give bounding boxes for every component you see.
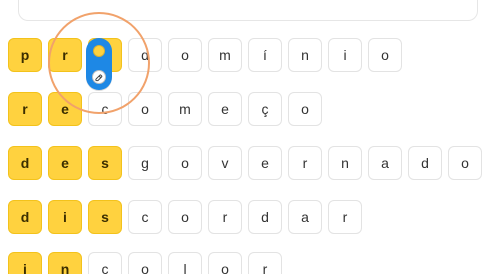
letter-tile[interactable]: s: [88, 146, 122, 180]
letter-tile[interactable]: d: [248, 200, 282, 234]
word-row-3: d e s g o v e r n a d o: [8, 146, 482, 180]
letter-tile[interactable]: i: [8, 252, 42, 274]
letter-tile[interactable]: r: [328, 200, 362, 234]
letter-tile[interactable]: o: [208, 252, 242, 274]
letter-tile[interactable]: n: [48, 252, 82, 274]
letter-tile[interactable]: d: [8, 200, 42, 234]
letter-tile[interactable]: c: [88, 252, 122, 274]
letter-tile[interactable]: d: [128, 38, 162, 72]
letter-tile[interactable]: r: [48, 38, 82, 72]
letter-tile[interactable]: o: [448, 146, 482, 180]
letter-tile[interactable]: r: [248, 252, 282, 274]
word-row-2: r e c o m e ç o: [8, 92, 322, 126]
letter-tile[interactable]: e: [48, 92, 82, 126]
letter-tile[interactable]: p: [8, 38, 42, 72]
letter-tile[interactable]: í: [248, 38, 282, 72]
handle-dot-icon: [93, 45, 105, 57]
letter-tile[interactable]: d: [8, 146, 42, 180]
letter-tile[interactable]: n: [328, 146, 362, 180]
letter-tile[interactable]: r: [8, 92, 42, 126]
letter-tile[interactable]: o: [368, 38, 402, 72]
letter-tile[interactable]: r: [208, 200, 242, 234]
letter-tile[interactable]: o: [168, 146, 202, 180]
letter-tile[interactable]: o: [168, 38, 202, 72]
letter-tile[interactable]: i: [328, 38, 362, 72]
letter-tile[interactable]: e: [208, 92, 242, 126]
eraser-icon: [92, 70, 106, 84]
letter-tile[interactable]: a: [288, 200, 322, 234]
letter-tile[interactable]: o: [128, 252, 162, 274]
letter-tile[interactable]: n: [288, 38, 322, 72]
letter-tile[interactable]: v: [208, 146, 242, 180]
letter-tile[interactable]: a: [368, 146, 402, 180]
letter-tile[interactable]: m: [208, 38, 242, 72]
letter-tile[interactable]: c: [128, 200, 162, 234]
letter-tile[interactable]: o: [288, 92, 322, 126]
letter-tile[interactable]: m: [168, 92, 202, 126]
split-handle[interactable]: [86, 38, 112, 90]
word-split-screen: p r e d o m í n i o r e c o m e ç o d e …: [0, 0, 486, 274]
letter-tile[interactable]: r: [288, 146, 322, 180]
letter-tile[interactable]: e: [48, 146, 82, 180]
letter-tile[interactable]: o: [128, 92, 162, 126]
letter-tile[interactable]: l: [168, 252, 202, 274]
word-row-5: i n c o l o r: [8, 252, 282, 274]
letter-tile[interactable]: i: [48, 200, 82, 234]
word-row-1: p r e d o m í n i o: [8, 38, 402, 72]
letter-tile[interactable]: ç: [248, 92, 282, 126]
letter-tile[interactable]: g: [128, 146, 162, 180]
word-row-4: d i s c o r d a r: [8, 200, 362, 234]
top-panel: [18, 0, 478, 21]
letter-tile[interactable]: e: [248, 146, 282, 180]
letter-tile[interactable]: s: [88, 200, 122, 234]
letter-tile[interactable]: c: [88, 92, 122, 126]
letter-tile[interactable]: d: [408, 146, 442, 180]
letter-tile[interactable]: o: [168, 200, 202, 234]
